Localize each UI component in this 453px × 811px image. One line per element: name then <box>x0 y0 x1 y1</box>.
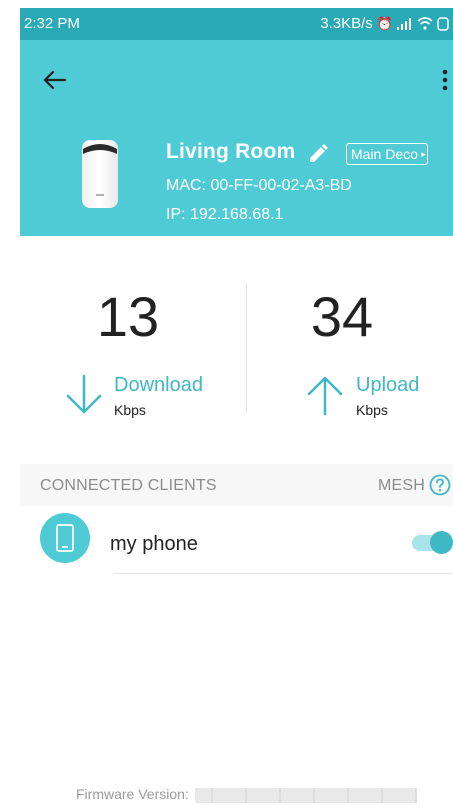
wifi-icon <box>417 17 433 30</box>
deco-device-image <box>82 140 118 208</box>
signal-icon <box>397 17 411 30</box>
device-header: Living Room Main Deco ▸ MAC: 00-FF-00-02… <box>20 40 453 236</box>
upload-value: 34 <box>310 285 374 348</box>
upload-arrow-icon <box>307 376 343 416</box>
download-label: Download <box>114 374 203 396</box>
ip-address: IP: 192.168.68.1 <box>166 206 284 223</box>
status-indicators: 3.3KB/s ⏰ <box>320 15 449 32</box>
mesh-label: MESH <box>377 477 425 494</box>
app-screen: 2:32 PM 3.3KB/s ⏰ Living Room Main Deco … <box>20 8 453 811</box>
upload-stat: 34 Upload Kbps <box>246 236 453 426</box>
connected-clients-header: CONNECTED CLIENTS MESH <box>20 464 453 506</box>
firmware-value-redacted <box>194 787 417 803</box>
mac-address: MAC: 00-FF-00-02-A3-BD <box>166 177 352 194</box>
firmware-label: Firmware Version: <box>76 786 189 802</box>
edit-name-icon[interactable] <box>307 143 329 165</box>
status-bar: 2:32 PM 3.3KB/s ⏰ <box>20 8 453 40</box>
client-row-divider <box>114 573 453 574</box>
upload-label: Upload <box>356 374 420 396</box>
firmware-version: Firmware Version: <box>76 786 417 803</box>
phone-icon <box>56 524 74 552</box>
download-stat: 13 Download Kbps <box>20 236 236 426</box>
chevron-right-icon: ▸ <box>421 149 426 159</box>
main-deco-badge[interactable]: Main Deco ▸ <box>346 143 428 165</box>
download-arrow-icon <box>66 374 102 414</box>
mesh-toggle-knob <box>430 531 453 554</box>
download-value: 13 <box>96 285 160 348</box>
battery-icon <box>437 16 449 31</box>
client-avatar <box>40 513 90 563</box>
network-speed: 3.3KB/s <box>320 15 373 32</box>
client-name: my phone <box>110 533 198 555</box>
alarm-icon: ⏰ <box>376 15 393 31</box>
mesh-toggle[interactable] <box>412 531 453 555</box>
help-icon[interactable] <box>429 474 451 496</box>
back-button[interactable] <box>38 64 70 96</box>
device-name: Living Room <box>166 140 296 163</box>
status-time: 2:32 PM <box>24 15 80 32</box>
connected-clients-title: CONNECTED CLIENTS <box>40 477 217 494</box>
upload-unit: Kbps <box>356 402 388 418</box>
main-deco-label: Main Deco <box>351 146 418 162</box>
download-unit: Kbps <box>114 402 146 418</box>
more-options-icon[interactable] <box>439 64 451 96</box>
